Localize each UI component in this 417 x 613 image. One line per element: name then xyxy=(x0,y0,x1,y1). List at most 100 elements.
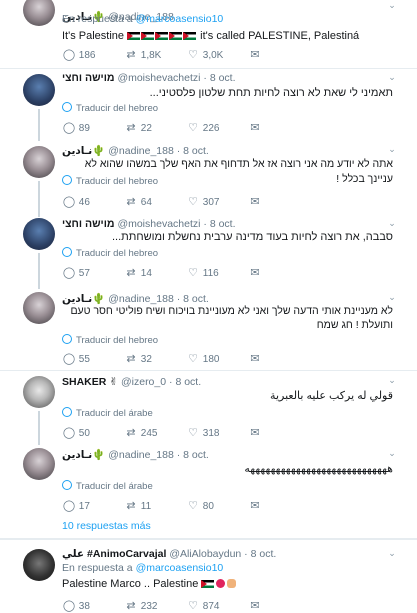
retweet-button[interactable]: ⇄ 64 xyxy=(124,195,152,209)
reply-button[interactable]: ◯ 89 xyxy=(62,121,90,135)
dm-button[interactable]: ✉ xyxy=(248,195,262,209)
retweet-button[interactable]: ⇄ 22 xyxy=(124,121,152,135)
tweet-text: It's Palestine it's called PALESTINE, Pa… xyxy=(62,30,360,42)
avatar[interactable] xyxy=(23,218,55,250)
retweet-button[interactable]: ⇄ 11 xyxy=(124,499,151,513)
reply-to-link[interactable]: @marcoasensio10 xyxy=(136,562,224,574)
more-replies-link[interactable]: 10 respuestas más xyxy=(62,520,151,532)
dm-button[interactable]: ✉ xyxy=(248,352,262,366)
chevron-down-icon[interactable]: ⌄ xyxy=(387,72,397,82)
like-button[interactable]: ♡ 874 xyxy=(186,599,219,613)
user-name[interactable]: نـادين🌵 xyxy=(62,145,105,157)
tweet-actions: ◯ 46 ⇄ 64 ♡ 307 ✉ xyxy=(62,195,362,209)
tweet-date[interactable]: 8 oct. xyxy=(210,218,236,230)
user-name[interactable]: نـادين🌵 xyxy=(62,449,105,461)
reply-button[interactable]: ◯ 17 xyxy=(62,499,90,513)
user-handle[interactable]: @izero_0 xyxy=(121,376,166,388)
tweet-date[interactable]: 8 oct. xyxy=(210,72,236,84)
avatar[interactable] xyxy=(23,0,55,26)
chevron-down-icon[interactable]: ⌄ xyxy=(387,0,397,10)
avatar[interactable] xyxy=(23,146,55,178)
retweet-button[interactable]: ⇄ 14 xyxy=(124,266,152,280)
tweet[interactable]: מוישה וחצי @moishevachetzi · 8 oct. ⌄ תא… xyxy=(0,69,417,141)
dm-button[interactable]: ✉ xyxy=(248,266,262,280)
translate-link[interactable]: Traducir del hebreo xyxy=(62,102,158,114)
like-button[interactable]: ♡ 116 xyxy=(186,266,219,280)
comment-bubble-icon: ◯ xyxy=(62,49,76,61)
user-handle[interactable]: @nadine_188 xyxy=(108,449,174,461)
globe-icon xyxy=(62,480,72,490)
retweet-arrows-icon: ⇄ xyxy=(126,196,136,208)
reply-button[interactable]: ◯ 57 xyxy=(62,266,90,280)
heart-icon: ♡ xyxy=(188,196,198,208)
reply-to-link[interactable]: @marcoasensio10 xyxy=(136,13,224,25)
dm-button[interactable]: ✉ xyxy=(248,426,262,440)
user-handle[interactable]: @AliAlobaydun xyxy=(169,548,241,560)
retweet-button[interactable]: ⇄ 1,8K xyxy=(124,48,161,62)
like-button[interactable]: ♡ 318 xyxy=(186,426,219,440)
chevron-down-icon[interactable]: ⌄ xyxy=(387,548,397,558)
tweet[interactable]: نـادين🌵 @nadine_188 ⌄ En respuesta a @ma… xyxy=(0,0,417,68)
reply-button[interactable]: ◯ 186 xyxy=(62,48,96,62)
tweet-date[interactable]: 8 oct. xyxy=(183,145,209,157)
like-button[interactable]: ♡ 226 xyxy=(186,121,219,135)
tweet-date[interactable]: 8 oct. xyxy=(175,376,201,388)
palestine-flag-icon xyxy=(201,580,215,588)
tweet[interactable]: علي #AnimoCarvajal @AliAlobaydun · 8 oct… xyxy=(0,541,417,613)
dm-button[interactable]: ✉ xyxy=(248,48,262,62)
translate-link[interactable]: Traducir del árabe xyxy=(62,480,153,492)
retweet-arrows-icon: ⇄ xyxy=(126,353,136,365)
divider xyxy=(0,538,417,540)
tweet-date[interactable]: 8 oct. xyxy=(251,548,277,560)
chevron-down-icon[interactable]: ⌄ xyxy=(387,448,397,458)
reply-button[interactable]: ◯ 46 xyxy=(62,195,90,209)
avatar[interactable] xyxy=(23,549,55,581)
comment-bubble-icon: ◯ xyxy=(62,500,76,512)
retweet-button[interactable]: ⇄ 232 xyxy=(124,599,157,613)
tweet-text: قولي له يركب عليه بالعبرية xyxy=(270,390,393,402)
tweet[interactable]: نـادين🌵 @nadine_188 · 8 oct. ⌄ ههههههههه… xyxy=(0,445,417,517)
avatar[interactable] xyxy=(23,74,55,106)
avatar[interactable] xyxy=(23,292,55,324)
tweet[interactable]: نـادين🌵 @nadine_188 · 8 oct. ⌄ אתה לא יו… xyxy=(0,141,417,217)
translate-link[interactable]: Traducir del hebreo xyxy=(62,247,158,259)
avatar[interactable] xyxy=(23,376,55,408)
avatar[interactable] xyxy=(23,448,55,480)
translate-link[interactable]: Traducir del árabe xyxy=(62,407,153,419)
envelope-icon: ✉ xyxy=(250,600,260,612)
user-handle[interactable]: @nadine_188 xyxy=(108,145,174,157)
user-name[interactable]: علي #AnimoCarvajal xyxy=(62,548,166,560)
user-name[interactable]: מוישה וחצי xyxy=(62,72,115,84)
chevron-down-icon[interactable]: ⌄ xyxy=(387,292,397,302)
user-handle[interactable]: @moishevachetzi xyxy=(117,218,200,230)
retweet-button[interactable]: ⇄ 245 xyxy=(124,426,157,440)
dm-button[interactable]: ✉ xyxy=(248,121,262,135)
retweet-button[interactable]: ⇄ 32 xyxy=(124,352,152,366)
reply-button[interactable]: ◯ 50 xyxy=(62,426,90,440)
user-name[interactable]: SHAKER ✌ xyxy=(62,376,118,388)
like-button[interactable]: ♡ 3,0K xyxy=(186,48,223,62)
like-button[interactable]: ♡ 307 xyxy=(186,195,219,209)
thread-connector xyxy=(38,109,40,141)
tweet[interactable]: نـادين🌵 @nadine_188 · 8 oct. ⌄ לא מעניינ… xyxy=(0,289,417,371)
tweet[interactable]: SHAKER ✌ @izero_0 · 8 oct. ⌄ قولي له يرك… xyxy=(0,371,417,445)
user-handle[interactable]: @moishevachetzi xyxy=(117,72,200,84)
dm-button[interactable]: ✉ xyxy=(248,499,262,513)
translate-link[interactable]: Traducir del hebreo xyxy=(62,334,158,346)
chevron-down-icon[interactable]: ⌄ xyxy=(387,144,397,154)
tweet-date[interactable]: 8 oct. xyxy=(183,449,209,461)
user-name[interactable]: מוישה וחצי xyxy=(62,218,115,230)
tweet[interactable]: מוישה וחצי @moishevachetzi · 8 oct. ⌄ סב… xyxy=(0,215,417,289)
translate-link[interactable]: Traducir del hebreo xyxy=(62,175,158,187)
dm-button[interactable]: ✉ xyxy=(248,599,262,613)
heart-icon: ♡ xyxy=(188,500,198,512)
reply-button[interactable]: ◯ 55 xyxy=(62,352,90,366)
like-button[interactable]: ♡ 180 xyxy=(186,352,219,366)
envelope-icon: ✉ xyxy=(250,49,260,61)
like-button[interactable]: ♡ 80 xyxy=(186,499,214,513)
chevron-down-icon[interactable]: ⌄ xyxy=(387,218,397,228)
palestine-flag-icon xyxy=(127,30,197,42)
globe-icon xyxy=(62,334,72,344)
reply-button[interactable]: ◯ 38 xyxy=(62,599,90,613)
chevron-down-icon[interactable]: ⌄ xyxy=(387,375,397,385)
